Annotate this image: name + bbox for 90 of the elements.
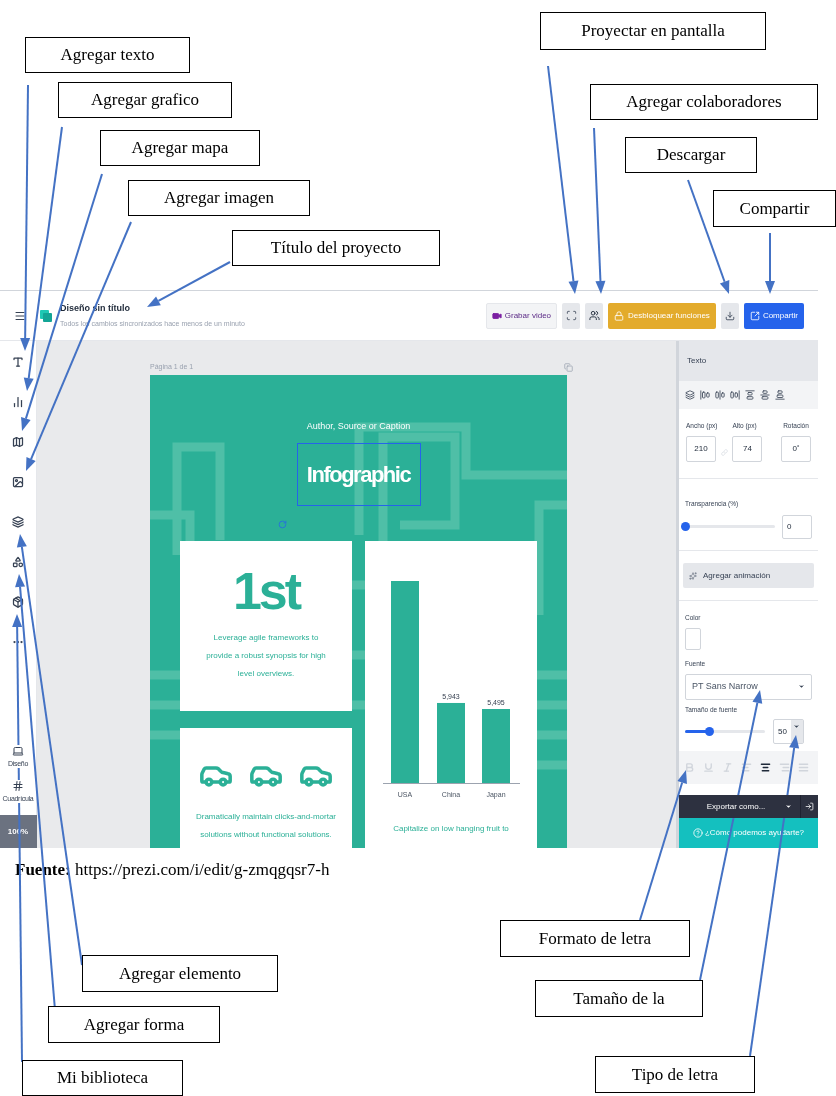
callout-label: Agregar elemento [82, 955, 278, 992]
collaborators-button[interactable] [585, 302, 604, 329]
rotate-handle-icon[interactable] [278, 520, 287, 529]
fullscreen-icon [565, 310, 577, 321]
shape-tool-icon [12, 556, 24, 568]
dimension-field[interactable]: 210 [686, 435, 716, 462]
shape-tool-button[interactable] [11, 555, 25, 569]
lock-icon [614, 310, 625, 321]
align-left-icon[interactable] [700, 390, 710, 400]
callout-label: Agregar texto [25, 37, 190, 73]
library-tool-button[interactable] [11, 595, 25, 609]
text-tool-icon [12, 356, 24, 368]
panel-header: Texto [679, 341, 818, 381]
align-left-icon [741, 762, 752, 773]
layout-icon [12, 745, 24, 757]
color-swatch[interactable] [685, 627, 701, 650]
export-button[interactable]: Exportar como... [679, 795, 801, 818]
chart-tool-button[interactable] [11, 395, 25, 409]
italic-icon [722, 762, 733, 773]
zoom-level[interactable]: 100% [0, 815, 37, 848]
align-bottom-icon[interactable] [775, 390, 785, 400]
callout-label: Formato de letra [500, 920, 690, 957]
help-icon [692, 828, 703, 838]
dropdown-caret-icon [793, 723, 801, 731]
dimension-field[interactable]: 0˚ [781, 435, 811, 462]
add-animation-button[interactable]: Agregar animación [683, 563, 814, 588]
map-tool-icon [12, 436, 24, 448]
download-icon [724, 310, 735, 321]
layer-order-icon[interactable] [685, 390, 695, 400]
rank-figure: 1st [232, 563, 300, 619]
image-tool-icon [12, 476, 24, 488]
font-size-slider[interactable] [685, 730, 765, 734]
video-camera-icon [491, 310, 502, 321]
sparkle-icon [689, 571, 697, 580]
align-center-icon [760, 762, 771, 773]
align-top-icon[interactable] [745, 390, 755, 400]
dropdown-caret-icon [798, 683, 805, 690]
stat-description: Leverage agile frameworks to provide a robust synopsis for high level overviews. [205, 632, 327, 680]
justify-icon [798, 762, 809, 773]
callout-label: Agregar imagen [128, 180, 310, 216]
callout-label: Proyectar en pantalla [540, 12, 766, 50]
font-size-field[interactable]: 50 [773, 719, 804, 745]
callout-label: Compartir [713, 190, 836, 227]
callout-label: Tamaño de la [535, 980, 703, 1017]
dropdown-caret-icon [785, 803, 792, 810]
callout-arrow [765, 232, 775, 294]
dimension-field[interactable]: 74 [732, 435, 763, 462]
callout-label: Agregar mapa [100, 130, 260, 166]
callout-label: Agregar forma [48, 1006, 220, 1043]
record-video-button[interactable]: Grabar video [485, 302, 558, 329]
text-tool-button[interactable] [11, 355, 25, 369]
bold-button[interactable] [683, 761, 696, 774]
fullscreen-button[interactable] [562, 302, 581, 329]
callout-label: Descargar [625, 137, 757, 173]
align-center-button[interactable] [759, 761, 772, 774]
underline-icon [703, 762, 714, 773]
align-middle-icon[interactable] [760, 390, 770, 400]
people-icon [588, 310, 600, 321]
callout-label: Agregar colaboradores [590, 84, 818, 120]
cars-description: Dramatically maintain clicks-and-mortar solutions without functional solutions. [194, 811, 337, 841]
menu-icon[interactable] [14, 309, 26, 322]
grid-icon [12, 780, 24, 792]
logo-icon [40, 309, 52, 322]
library-tool-icon [12, 596, 24, 608]
slider-thumb[interactable] [681, 522, 690, 532]
share-icon [749, 310, 760, 321]
callout-label: Título del proyecto [232, 230, 440, 266]
infographic-title: Infographic [296, 443, 421, 506]
align-center-icon[interactable] [715, 390, 725, 400]
align-right-icon [779, 762, 790, 773]
image-tool-button[interactable] [11, 475, 25, 489]
element-tool-icon [12, 516, 24, 528]
align-left-button[interactable] [740, 761, 753, 774]
transparency-field[interactable]: 0 [782, 514, 812, 539]
infographic-caption: Author, Source or Caption [306, 420, 411, 433]
align-right-icon[interactable] [730, 390, 740, 400]
font-select[interactable]: PT Sans Narrow [685, 673, 812, 700]
slider-thumb[interactable] [705, 727, 714, 737]
element-tool-button[interactable] [11, 515, 25, 529]
callout-label: Agregar grafico [58, 82, 232, 118]
download-button[interactable] [720, 302, 739, 329]
export-side-icon[interactable] [805, 802, 814, 811]
bold-icon [684, 762, 695, 773]
align-right-button[interactable] [778, 761, 791, 774]
callout-label: Tipo de letra [595, 1056, 755, 1093]
chart-tool-icon [12, 396, 24, 408]
chart-description: Capitalize on low hanging fruit to [393, 823, 509, 835]
share-button[interactable]: Compartir [743, 302, 804, 329]
callout-label: Mi biblioteca [22, 1060, 183, 1096]
map-tool-button[interactable] [11, 435, 25, 449]
